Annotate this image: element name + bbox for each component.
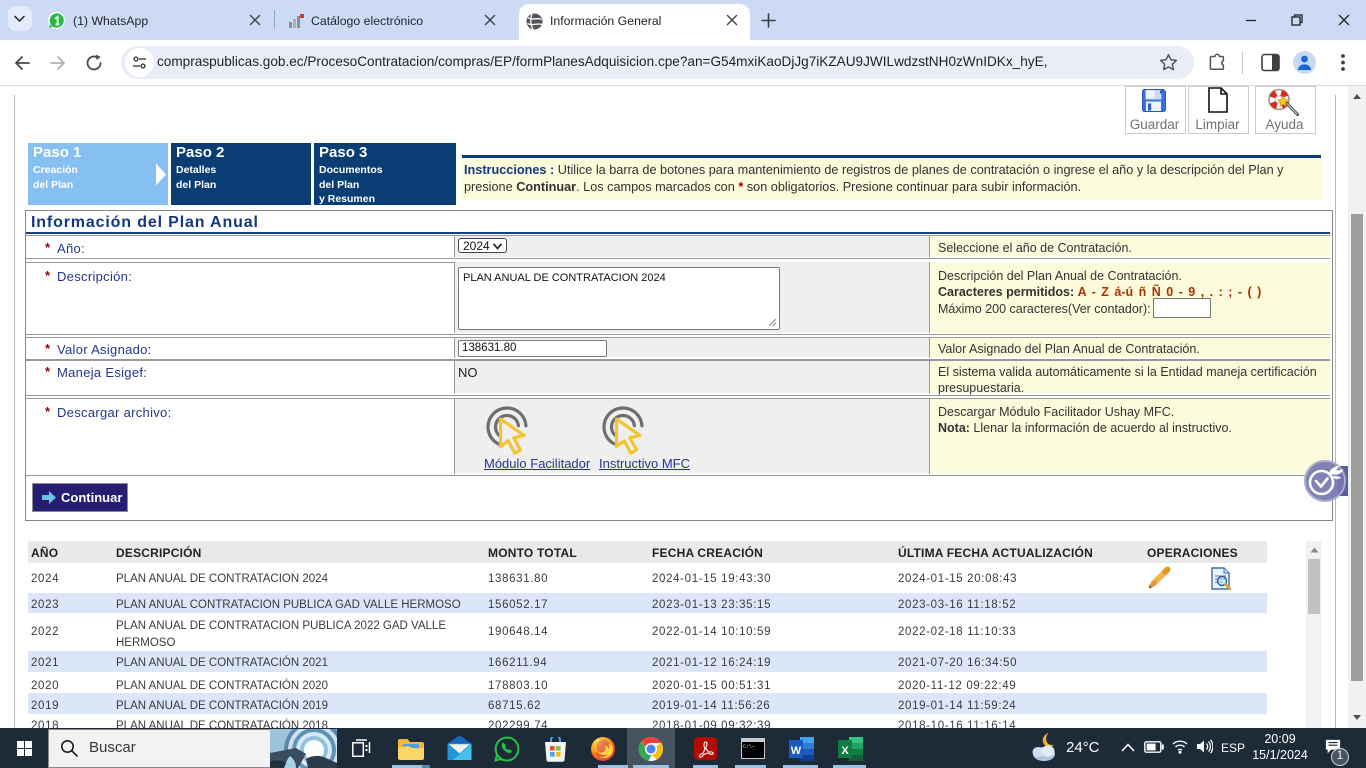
svg-text:X: X bbox=[841, 745, 849, 757]
svg-text:W: W bbox=[791, 745, 802, 757]
svg-text:C:\─: C:\─ bbox=[743, 744, 756, 750]
